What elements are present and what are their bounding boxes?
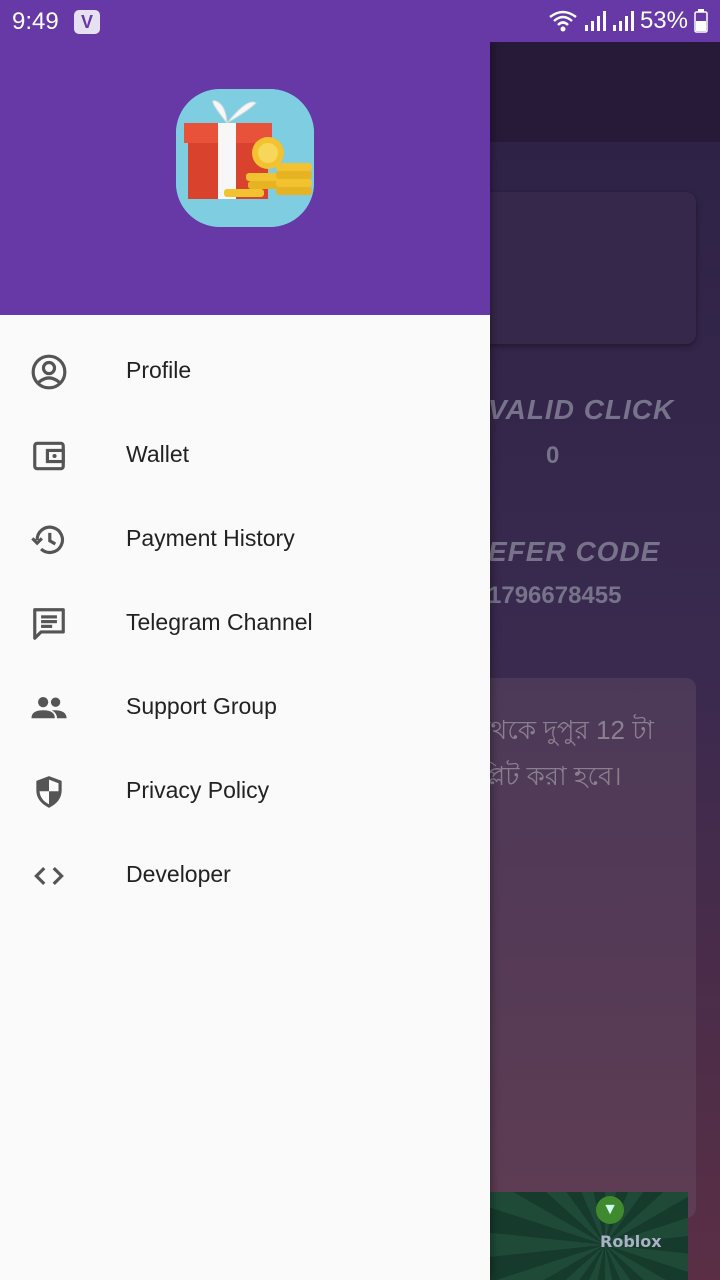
menu-item-privacy-policy[interactable]: Privacy Policy [0, 750, 490, 834]
menu-item-label: Developer [126, 861, 231, 887]
menu-item-support-group[interactable]: Support Group [0, 666, 490, 750]
signal-icon [612, 10, 634, 32]
drawer-menu: Profile Wallet Payment History Telegram … [0, 330, 490, 918]
wallet-icon [30, 437, 68, 475]
valid-click-value: 0 [546, 442, 560, 469]
menu-item-profile[interactable]: Profile [0, 330, 490, 414]
status-bar: 9:49 V 53% [0, 0, 720, 42]
menu-item-telegram-channel[interactable]: Telegram Channel [0, 582, 490, 666]
menu-item-label: Payment History [126, 525, 295, 551]
menu-item-label: Profile [126, 357, 192, 383]
menu-item-label: Wallet [126, 441, 190, 467]
gift-box-coins-icon [176, 89, 314, 227]
notice-line: থেকে দুপুর 12 টা [480, 715, 654, 745]
menu-item-label: Privacy Policy [126, 777, 270, 803]
download-icon: ▼ [596, 1196, 624, 1224]
notice-card: থেকে দুপুর 12 টা প্লিট করা হবে। [470, 678, 696, 1218]
valid-click-label: VALID CLICK [488, 394, 675, 425]
code-icon [30, 857, 68, 895]
menu-item-label: Telegram Channel [126, 609, 313, 635]
chat-message-icon [30, 605, 68, 643]
battery-icon [694, 9, 708, 33]
ad-banner: ▼ Roblox [480, 1192, 688, 1280]
history-icon [30, 521, 68, 559]
menu-item-label: Support Group [126, 693, 277, 719]
signal-icon [584, 10, 606, 32]
status-right: 53% [548, 7, 708, 35]
refer-code-label: EFER CODE [488, 536, 661, 567]
account-circle-icon [30, 353, 68, 391]
notice-line: প্লিট করা হবে। [480, 761, 622, 791]
notification-badge-icon: V [74, 10, 100, 34]
refer-code-value: 1796678455 [488, 582, 622, 609]
shield-icon [30, 773, 68, 811]
background-card [470, 192, 696, 344]
battery-percent: 53% [639, 7, 688, 34]
drawer-header [0, 42, 490, 315]
menu-item-wallet[interactable]: Wallet [0, 414, 490, 498]
wifi-icon [548, 9, 578, 33]
status-time: 9:49 [12, 8, 59, 35]
ad-text: Roblox [600, 1232, 662, 1251]
menu-item-developer[interactable]: Developer [0, 834, 490, 918]
menu-item-payment-history[interactable]: Payment History [0, 498, 490, 582]
navigation-drawer: Profile Wallet Payment History Telegram … [0, 42, 490, 1280]
group-icon [30, 689, 68, 727]
